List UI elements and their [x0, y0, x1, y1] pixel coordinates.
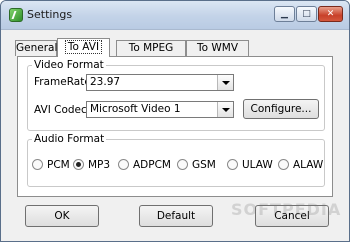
radio-ulaw[interactable]: ULAW — [227, 158, 273, 171]
radio-label: ADPCM — [133, 158, 171, 171]
close-icon: ✕ — [326, 9, 335, 19]
radio-mp3[interactable]: MP3 — [73, 158, 110, 171]
radio-label: MP3 — [88, 158, 111, 171]
radio-label: GSM — [192, 158, 216, 171]
tab-to-mpeg[interactable]: To MPEG — [116, 40, 186, 56]
avi-codec-label: AVI Codec: — [34, 104, 91, 116]
audio-format-options: PCM MP3 ADPCM GSM ULAW ALAW — [32, 158, 323, 172]
video-format-group: Video Format FrameRate: 23.97 AVI Codec:… — [27, 59, 325, 131]
radio-circle[interactable] — [227, 159, 238, 170]
radio-label: PCM — [47, 158, 70, 171]
minimize-icon: ▁ — [281, 9, 288, 19]
radio-circle[interactable] — [278, 159, 289, 170]
to-avi-panel: Video Format FrameRate: 23.97 AVI Codec:… — [17, 56, 333, 197]
ok-button[interactable]: OK — [25, 205, 99, 227]
tab-to-avi[interactable]: To AVI — [57, 38, 110, 57]
tab-to-avi-label: To AVI — [64, 40, 103, 54]
radio-gsm[interactable]: GSM — [177, 158, 216, 171]
radio-pcm[interactable]: PCM — [32, 158, 70, 171]
radio-label: ULAW — [242, 158, 273, 171]
maximize-button[interactable]: □ — [296, 6, 317, 22]
close-button[interactable]: ✕ — [318, 6, 343, 22]
minimize-button[interactable]: ▁ — [274, 6, 295, 22]
radio-label: ALAW — [293, 158, 324, 171]
video-format-legend: Video Format — [32, 59, 106, 71]
radio-circle[interactable] — [177, 159, 188, 170]
radio-circle-selected[interactable] — [73, 159, 84, 170]
radio-circle[interactable] — [118, 159, 129, 170]
tab-general[interactable]: General — [15, 40, 57, 56]
settings-dialog: Settings ▁ □ ✕ General To AVI To MPEG To… — [0, 0, 350, 242]
audio-format-group: Audio Format PCM MP3 ADPCM GSM ULAW ALAW — [27, 133, 325, 187]
default-button[interactable]: Default — [139, 205, 213, 227]
radio-alaw[interactable]: ALAW — [278, 158, 323, 171]
framerate-combo[interactable]: 23.97 — [86, 74, 234, 91]
audio-format-legend: Audio Format — [32, 133, 107, 145]
app-icon — [9, 8, 23, 22]
tab-to-wmv[interactable]: To WMV — [186, 40, 249, 56]
avi-codec-value: Microsoft Video 1 — [90, 103, 181, 115]
framerate-value: 23.97 — [90, 76, 121, 88]
radio-adpcm[interactable]: ADPCM — [118, 158, 171, 171]
chevron-down-icon[interactable] — [217, 102, 233, 117]
radio-circle[interactable] — [32, 159, 43, 170]
avi-codec-combo[interactable]: Microsoft Video 1 — [86, 101, 234, 118]
watermark-logo: SOFTPEDIA — [231, 200, 342, 219]
maximize-icon: □ — [302, 9, 311, 19]
chevron-down-icon[interactable] — [217, 75, 233, 90]
configure-button[interactable]: Configure... — [243, 99, 319, 119]
window-title: Settings — [27, 8, 73, 21]
title-bar[interactable]: Settings ▁ □ ✕ — [1, 1, 349, 30]
